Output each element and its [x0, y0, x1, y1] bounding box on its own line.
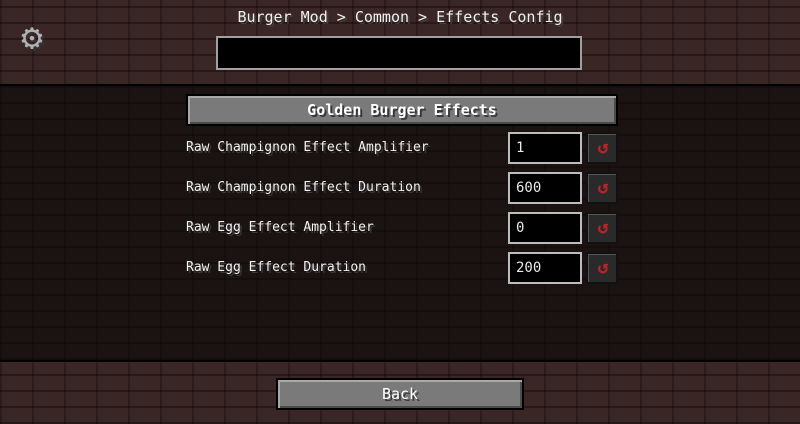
row-label: Raw Champignon Effect Duration — [186, 180, 421, 195]
value-field[interactable] — [508, 132, 582, 164]
config-row: Raw Champignon Effect Amplifier ↺ — [186, 132, 622, 166]
reset-icon: ↺ — [597, 137, 609, 158]
breadcrumb: Burger Mod > Common > Effects Config — [237, 8, 563, 26]
value-field[interactable] — [508, 252, 582, 284]
reset-button[interactable]: ↺ — [586, 252, 618, 284]
back-button[interactable]: Back — [276, 378, 524, 410]
reset-button[interactable]: ↺ — [586, 132, 618, 164]
value-field[interactable] — [508, 172, 582, 204]
reset-button[interactable]: ↺ — [586, 212, 618, 244]
config-row: Raw Egg Effect Duration ↺ — [186, 252, 622, 286]
reset-button[interactable]: ↺ — [586, 172, 618, 204]
config-row: Raw Egg Effect Amplifier ↺ — [186, 212, 622, 246]
section-header-button[interactable]: Golden Burger Effects — [186, 94, 618, 126]
config-list[interactable]: Golden Burger Effects Raw Champignon Eff… — [0, 84, 800, 362]
top-bar: ⚙ Burger Mod > Common > Effects Config — [0, 0, 800, 84]
row-label: Raw Champignon Effect Amplifier — [186, 140, 429, 155]
config-row: Raw Champignon Effect Duration ↺ — [186, 172, 622, 206]
footer: Back — [0, 362, 800, 424]
reset-icon: ↺ — [597, 257, 609, 278]
reset-icon: ↺ — [597, 177, 609, 198]
row-label: Raw Egg Effect Amplifier — [186, 220, 374, 235]
row-label: Raw Egg Effect Duration — [186, 260, 367, 275]
gear-icon[interactable]: ⚙ — [16, 20, 48, 56]
search-input[interactable] — [216, 36, 582, 70]
reset-icon: ↺ — [597, 217, 609, 238]
value-field[interactable] — [508, 212, 582, 244]
